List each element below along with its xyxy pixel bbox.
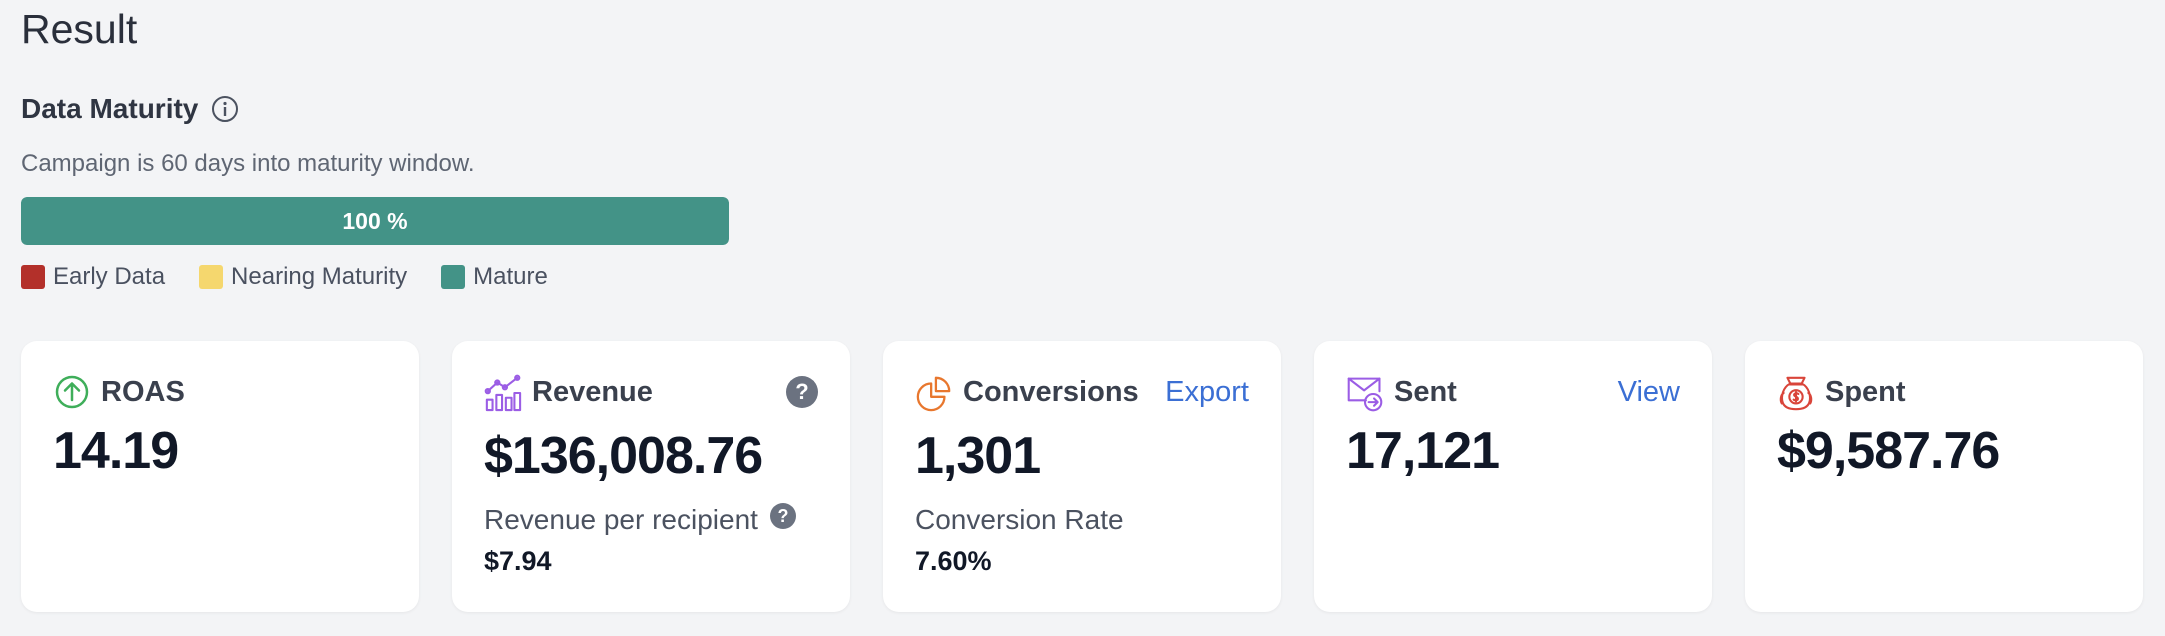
legend-label: Mature [473,263,548,290]
revenue-label: Revenue [532,375,653,408]
revenue-help-icon[interactable]: ? [786,376,818,408]
revenue-card-header: Revenue ? [484,371,818,413]
legend-label: Nearing Maturity [231,263,408,290]
spent-label: Spent [1825,375,1906,408]
conversion-rate-label: Conversion Rate [915,504,1124,535]
legend-label: Early Data [53,263,166,290]
roas-value: 14.19 [53,422,179,480]
envelope-arrow-icon [1346,373,1384,412]
info-icon[interactable] [210,94,240,124]
maturity-description: Campaign is 60 days into maturity window… [21,150,475,177]
sent-card: Sent View 17,121 [1314,341,1712,612]
conversions-value: 1,301 [915,427,1041,485]
spent-card-header: Spent [1777,371,2111,413]
export-link[interactable]: Export [1165,376,1249,409]
progress-label: 100 % [342,207,408,234]
conversions-label: Conversions [963,375,1139,408]
maturity-legend: Early Data Nearing Maturity Mature [21,263,548,291]
conversion-rate-row: Conversion Rate [915,504,1124,536]
arrow-up-circle-icon [53,373,91,411]
legend-item-mature: Mature [441,263,548,291]
sent-label: Sent [1394,375,1457,408]
conversions-card-header: Conversions Export [915,371,1249,413]
conversion-rate-value: 7.60% [915,546,992,576]
spent-card: Spent $9,587.76 [1745,341,2143,612]
legend-swatch-early-data [21,265,45,289]
sent-card-header: Sent View [1346,371,1680,413]
maturity-progress-fill: 100 % [21,197,729,245]
legend-item-nearing-maturity: Nearing Maturity [199,263,407,291]
revenue-per-recipient-label: Revenue per recipient [484,504,758,535]
spent-value: $9,587.76 [1777,422,2000,480]
revenue-per-recipient-row: Revenue per recipient ? [484,503,796,536]
roas-card-header: ROAS [53,371,387,413]
roas-label: ROAS [101,375,185,408]
money-bag-icon [1777,373,1815,411]
conversions-card: Conversions Export 1,301 Conversion Rate… [883,341,1281,612]
data-maturity-title: Data Maturity [21,93,199,124]
view-link[interactable]: View [1618,376,1680,409]
revenue-per-recipient-help-icon[interactable]: ? [769,503,796,529]
maturity-progress-bar: 100 % [21,197,729,245]
page-title: Result [21,6,138,52]
sent-value: 17,121 [1346,422,1500,480]
roas-card: ROAS 14.19 [21,341,419,612]
revenue-per-recipient-value: $7.94 [484,546,552,576]
pie-chart-icon [915,373,953,412]
revenue-card: Revenue ? $136,008.76 Revenue per recipi… [452,341,850,612]
legend-swatch-nearing-maturity [199,265,224,289]
legend-swatch-mature [441,265,466,289]
revenue-value: $136,008.76 [484,427,763,485]
legend-item-early-data: Early Data [21,263,165,291]
bar-chart-trend-icon [484,373,522,412]
data-maturity-header: Data Maturity [21,93,240,125]
